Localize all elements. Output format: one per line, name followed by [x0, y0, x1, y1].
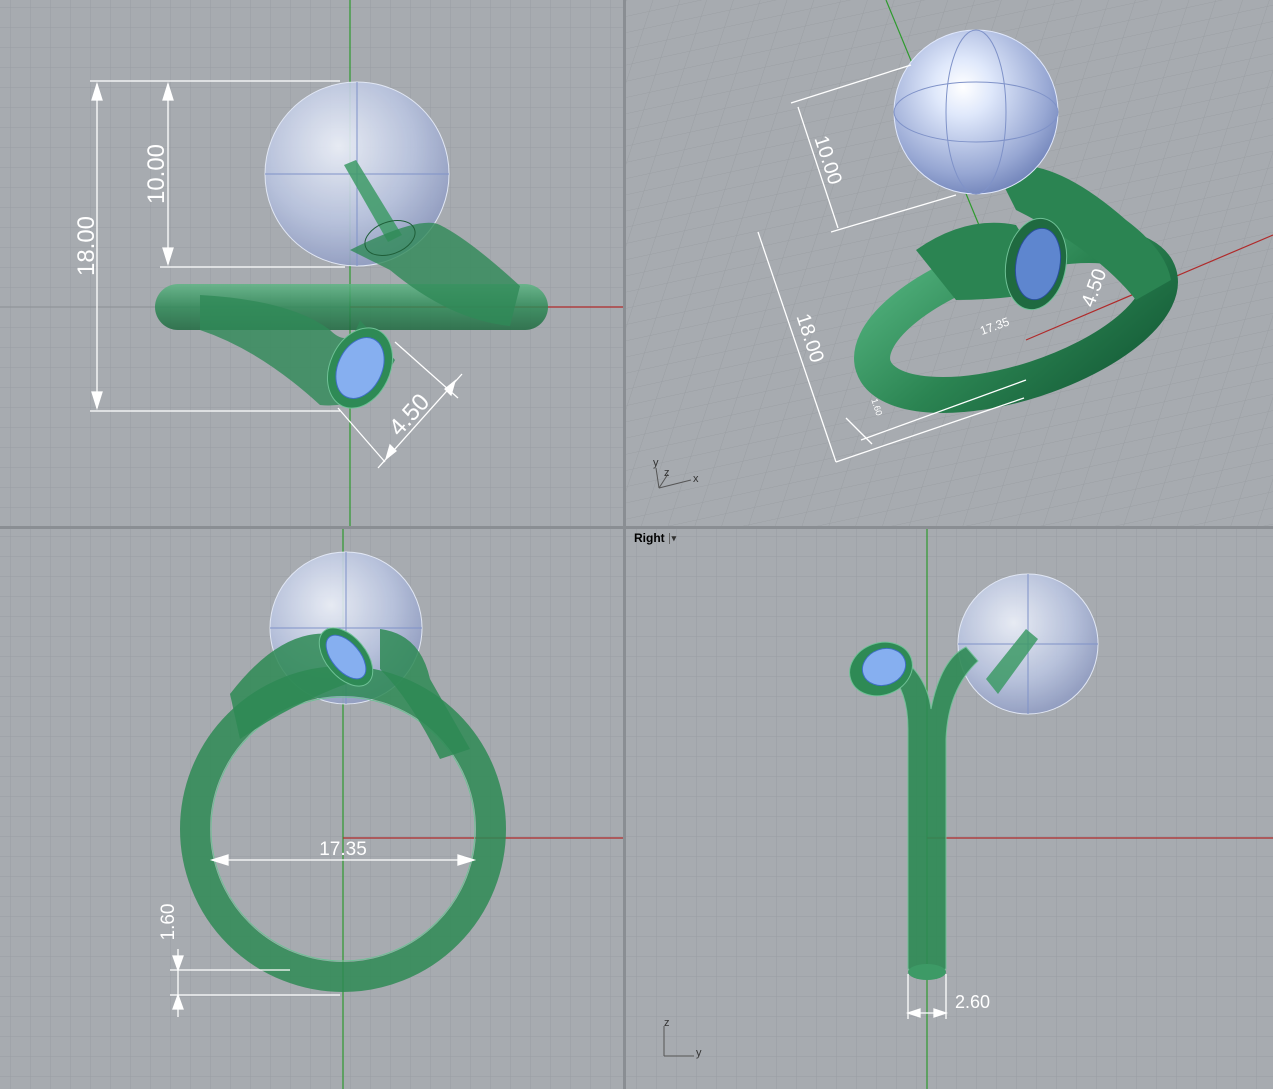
shank-end [908, 964, 946, 980]
dim-label-band-thickness: 1.60 [158, 904, 179, 941]
viewport-title[interactable]: Right ▾ [634, 531, 676, 545]
top-viewport[interactable]: 18.00 10.00 4.50 [0, 0, 623, 526]
front-view-canvas[interactable]: 17.35 1.60 [0, 529, 623, 1089]
dim-label-total-height: 18.00 [73, 216, 100, 276]
svg-text:z: z [664, 467, 670, 479]
chevron-down-icon[interactable]: ▾ [668, 532, 676, 544]
svg-text:z: z [664, 1017, 670, 1029]
perspective-view-canvas[interactable]: 10.00 18.00 4.50 17.35 1.60 x y z [626, 0, 1273, 526]
svg-text:x: x [693, 473, 699, 485]
top-view-canvas[interactable]: 18.00 10.00 4.50 [0, 0, 623, 526]
pearl[interactable] [893, 29, 1059, 195]
dim-label-inner-diameter: 17.35 [319, 839, 367, 860]
right-viewport[interactable]: 2.60 z y Right ▾ [626, 529, 1273, 1089]
grid [626, 529, 1273, 1089]
front-viewport[interactable]: 17.35 1.60 [0, 529, 623, 1089]
viewport-title-label[interactable]: Right [634, 531, 665, 545]
perspective-viewport[interactable]: 10.00 18.00 4.50 17.35 1.60 x y z [626, 0, 1273, 526]
dim-label-pearl-height: 10.00 [143, 144, 170, 204]
right-view-canvas[interactable]: 2.60 z y [626, 529, 1273, 1089]
svg-text:y: y [696, 1047, 702, 1059]
dim-label-band-width: 2.60 [955, 992, 990, 1012]
svg-text:y: y [653, 457, 659, 469]
